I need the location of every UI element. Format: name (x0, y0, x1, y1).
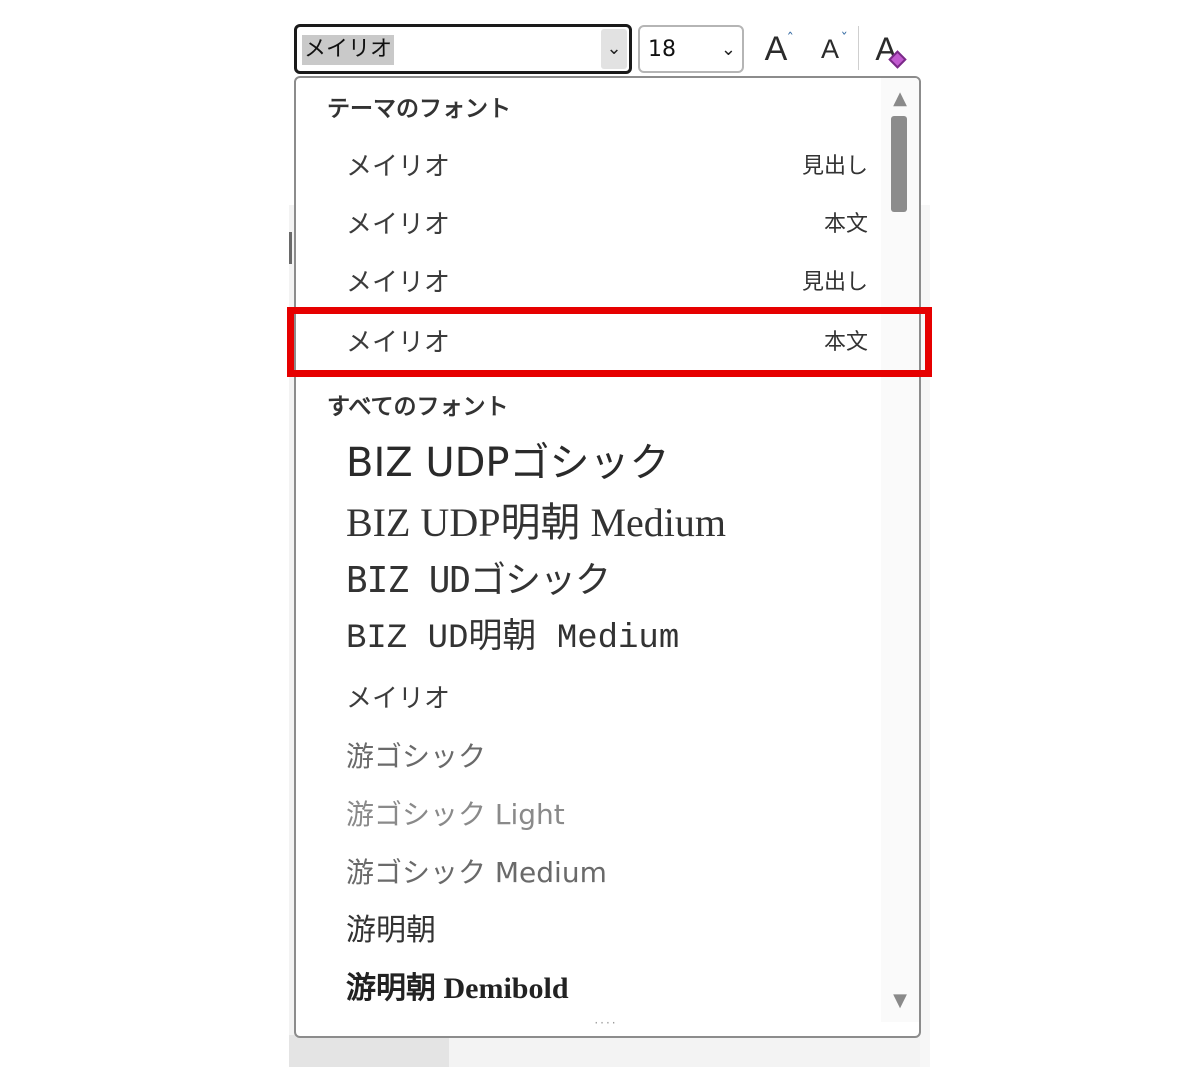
font-item-name: BIZ UDゴシック (346, 560, 611, 601)
font-item-role: 見出し (801, 270, 868, 295)
font-item-name: 游ゴシック Medium (346, 856, 607, 889)
all-fonts-header: すべてのフォント (327, 394, 509, 420)
font-dropdown-list: テーマのフォント メイリオ 見出し メイリオ 本文 メイリオ 見出し メイリオ … (294, 76, 921, 1038)
theme-font-item-body[interactable]: メイリオ 本文 (296, 314, 882, 372)
font-item-biz-ud-gothic[interactable]: BIZ UDゴシック (296, 552, 882, 610)
font-item-name: BIZ UDPゴシック (346, 440, 670, 486)
font-item-name: 游明朝 (346, 914, 436, 947)
grow-font-icon: A (764, 30, 788, 68)
chevron-down-icon[interactable]: ⌄ (721, 35, 736, 65)
font-item-name: BIZ UDP明朝 Medium (346, 500, 726, 545)
scroll-up-icon[interactable]: ▲ (881, 84, 919, 114)
font-item-name: メイリオ (346, 684, 451, 714)
font-item-yu-mincho[interactable]: 游明朝 (296, 902, 882, 960)
font-item-biz-udp-gothic[interactable]: BIZ UDPゴシック (296, 434, 882, 492)
font-item-yu-mincho-demibold[interactable]: 游明朝 Demibold (296, 960, 882, 1018)
font-toolbar: メイリオ ⌄ 18 ⌄ A ˆ A ˇ A (290, 20, 930, 78)
font-name-combobox[interactable]: メイリオ ⌄ (294, 24, 632, 74)
font-item-name: 游ゴシック Light (346, 798, 565, 831)
shrink-font-button[interactable]: A ˇ (808, 26, 852, 72)
font-item-role: 本文 (823, 330, 868, 355)
font-item-biz-udp-mincho[interactable]: BIZ UDP明朝 Medium (296, 494, 882, 552)
theme-fonts-header: テーマのフォント (327, 96, 511, 122)
theme-font-item-heading[interactable]: メイリオ 見出し (296, 254, 882, 312)
font-item-yu-gothic-light[interactable]: 游ゴシック Light (296, 786, 882, 844)
caret-up-icon: ˆ (786, 30, 795, 48)
font-item-name: 游ゴシック (346, 740, 487, 773)
font-item-yu-gothic[interactable]: 游ゴシック (296, 728, 882, 786)
font-item-name: BIZ UD明朝 Medium (346, 620, 680, 658)
font-item-role: 見出し (801, 154, 868, 179)
font-item-meiryo[interactable]: メイリオ (296, 670, 882, 728)
toolbar-separator (858, 26, 859, 70)
document-margin-mark (289, 232, 292, 264)
font-name-value[interactable]: メイリオ (302, 35, 395, 65)
theme-font-item-heading[interactable]: メイリオ 見出し (296, 138, 882, 196)
font-item-name: メイリオ (346, 210, 451, 240)
scrollbar[interactable]: ▲ ▼ (881, 78, 919, 1022)
font-item-role: 本文 (823, 212, 868, 237)
font-item-yu-gothic-medium[interactable]: 游ゴシック Medium (296, 844, 882, 902)
shrink-font-icon: A (820, 34, 839, 64)
font-item-name: メイリオ (346, 328, 451, 358)
font-item-biz-ud-mincho[interactable]: BIZ UD明朝 Medium (296, 610, 882, 668)
document-footer-strip (289, 1035, 449, 1067)
font-item-name: 游明朝 Demibold (346, 972, 569, 1005)
resize-grip-icon[interactable]: ···· (586, 1017, 626, 1029)
font-item-name: メイリオ (346, 152, 451, 182)
grow-font-button[interactable]: A ˆ (754, 26, 798, 72)
document-background-edge (920, 205, 930, 1067)
caret-down-icon: ˇ (840, 30, 849, 48)
theme-font-item-body[interactable]: メイリオ 本文 (296, 196, 882, 254)
font-item-name: メイリオ (346, 268, 451, 298)
scroll-down-icon[interactable]: ▼ (881, 986, 919, 1016)
font-size-value[interactable]: 18 (648, 35, 676, 65)
font-size-combobox[interactable]: 18 ⌄ (638, 25, 744, 73)
scroll-thumb[interactable] (891, 116, 907, 212)
clear-formatting-button[interactable]: A (864, 26, 908, 72)
chevron-down-icon[interactable]: ⌄ (601, 29, 627, 69)
